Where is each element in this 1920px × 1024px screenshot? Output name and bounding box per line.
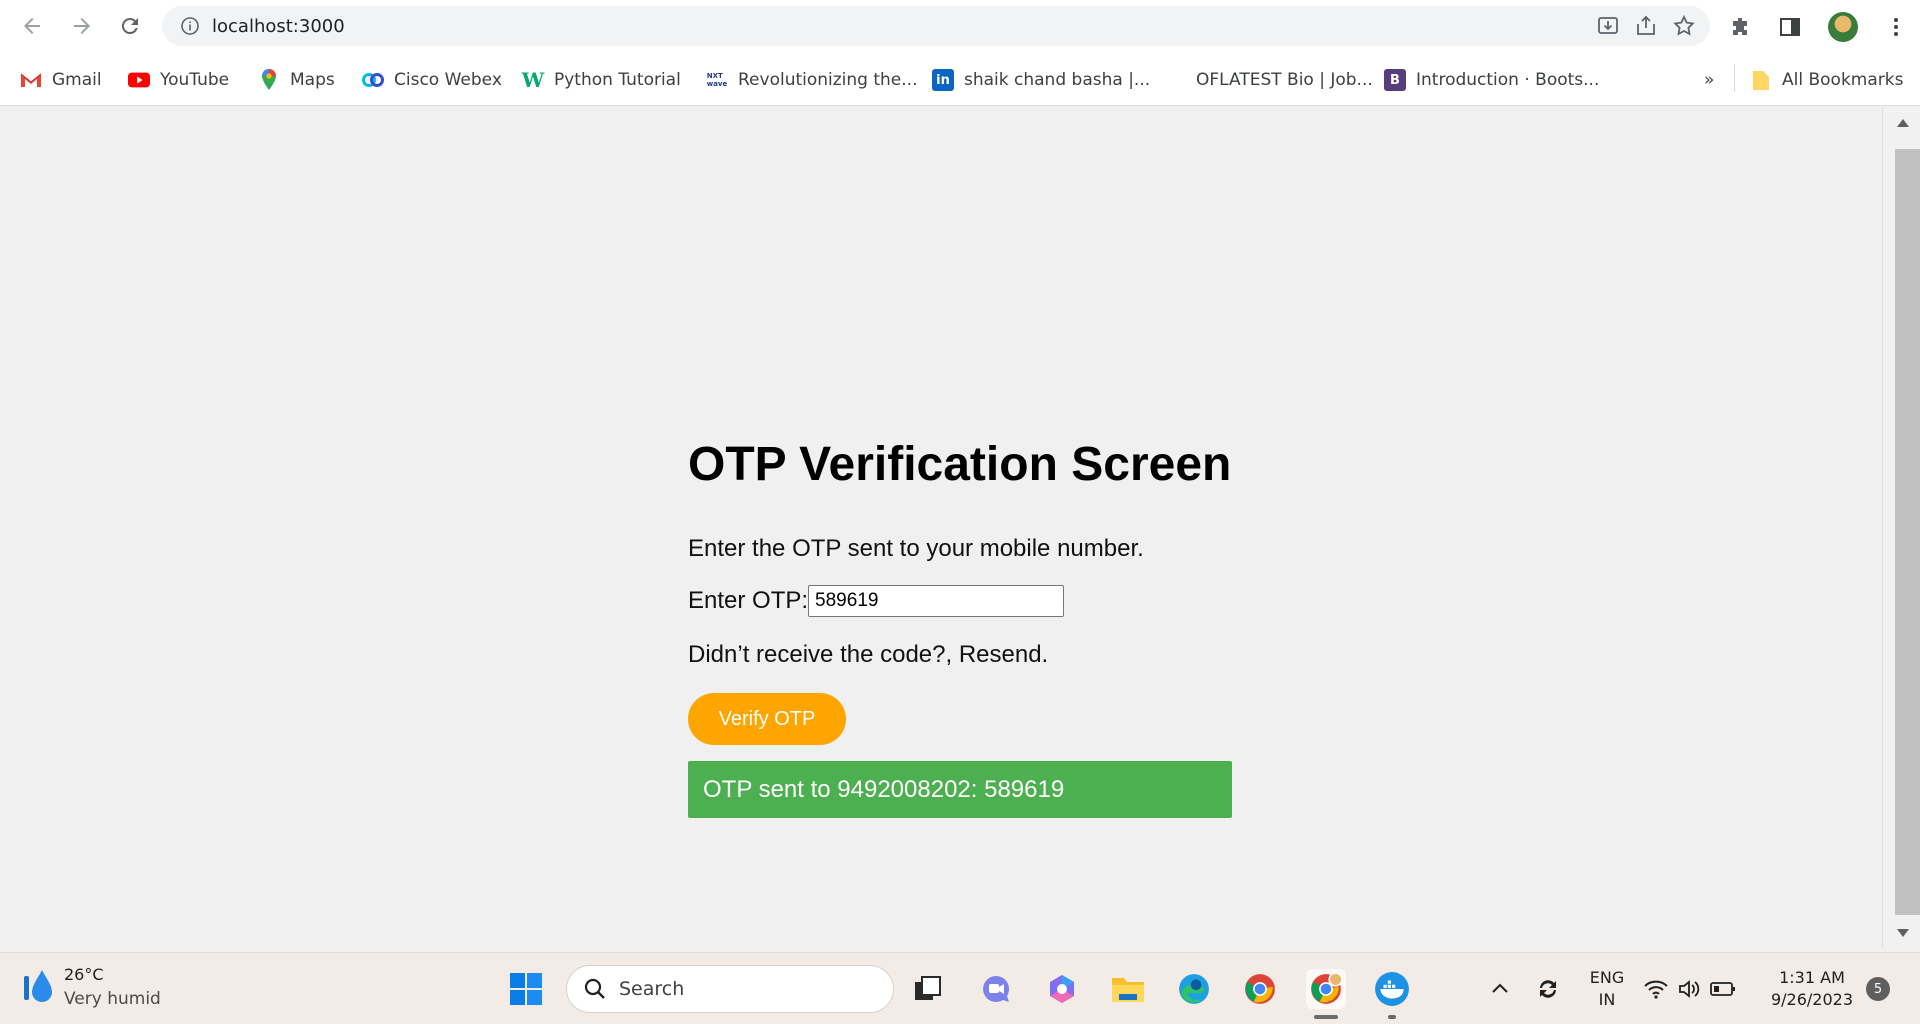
page-viewport: OTP Verification Screen Enter the OTP se… <box>12 107 1882 949</box>
webex-icon <box>362 69 384 91</box>
active-app-indicator <box>1314 1015 1338 1019</box>
battery-icon <box>1709 982 1735 996</box>
address-bar[interactable]: localhost:3000 <box>162 6 1710 46</box>
weather-temperature: 26°C <box>64 965 104 984</box>
bookmark-cisco-webex[interactable]: Cisco Webex <box>362 66 502 94</box>
start-button[interactable] <box>506 969 546 1009</box>
teams-chat-button[interactable] <box>976 969 1016 1009</box>
back-button[interactable] <box>12 6 52 46</box>
folder-icon <box>1112 978 1144 1002</box>
bootstrap-icon: B <box>1384 69 1406 91</box>
edge-icon <box>1179 974 1209 1004</box>
search-icon <box>584 978 605 999</box>
bookmark-star-icon[interactable] <box>1672 14 1696 38</box>
search-placeholder: Search <box>619 978 685 1000</box>
all-bookmarks-button[interactable]: All Bookmarks <box>1750 66 1903 94</box>
bookmarks-separator <box>1734 64 1735 92</box>
bookmark-oflatest[interactable]: OFLATEST Bio | Job... <box>1164 66 1373 94</box>
otp-field-row: Enter OTP: <box>688 585 1065 617</box>
windows-taskbar: 26°C Very humid Search ENG IN 1:31 AM 9/… <box>0 952 1920 1024</box>
w3schools-icon: W <box>521 68 545 92</box>
page-title: OTP Verification Screen <box>688 438 1232 491</box>
reload-button[interactable] <box>110 6 150 46</box>
task-view-icon <box>915 976 941 1000</box>
nxtwave-icon: NXT wave <box>706 72 728 88</box>
docker-icon <box>1375 972 1409 1006</box>
notification-badge[interactable]: 5 <box>1866 977 1890 1001</box>
chrome-profile-icon <box>1311 972 1343 1004</box>
bookmark-python-tutorial[interactable]: W Python Tutorial <box>522 66 681 94</box>
bookmark-maps[interactable]: Maps <box>258 66 335 94</box>
wifi-icon <box>1644 980 1669 999</box>
bookmarks-overflow-button[interactable]: » <box>1704 66 1714 94</box>
clock[interactable]: 1:31 AM 9/26/2023 <box>1764 967 1860 1011</box>
bookmark-linkedin[interactable]: in shaik chand basha |... <box>932 66 1150 94</box>
copilot-icon <box>1050 975 1074 1003</box>
chrome-icon <box>1245 974 1275 1004</box>
scroll-down-arrow-icon[interactable] <box>1897 929 1909 937</box>
arrow-left-icon <box>24 18 40 34</box>
scroll-up-arrow-icon[interactable] <box>1897 119 1909 127</box>
youtube-icon <box>128 69 150 91</box>
volume-icon <box>1679 980 1700 998</box>
scroll-thumb[interactable] <box>1895 149 1920 915</box>
task-view-button[interactable] <box>908 969 948 1009</box>
bookmark-bootstrap[interactable]: B Introduction · Boots... <box>1384 66 1599 94</box>
gmail-icon <box>20 69 42 91</box>
resend-code-text[interactable]: Didn’t receive the code?, Resend. <box>688 641 1048 669</box>
sync-icon <box>1540 980 1556 998</box>
forward-button[interactable] <box>62 6 102 46</box>
otp-input[interactable] <box>808 585 1065 617</box>
chrome-button[interactable] <box>1240 969 1280 1009</box>
windows-logo-icon <box>510 973 542 1005</box>
browser-toolbar: localhost:3000 <box>0 0 1920 52</box>
chevron-up-icon <box>1492 983 1508 993</box>
otp-instructions: Enter the OTP sent to your mobile number… <box>688 535 1144 562</box>
arrow-right-icon <box>74 18 90 34</box>
clock-date: 9/26/2023 <box>1770 990 1854 1009</box>
show-hidden-icons-button[interactable] <box>1480 969 1520 1009</box>
clock-time: 1:31 AM <box>1779 968 1845 987</box>
maps-icon <box>258 69 280 91</box>
menu-kebab-icon[interactable] <box>1884 13 1908 41</box>
bookmark-youtube[interactable]: YouTube <box>128 66 229 94</box>
system-tray-quick-settings[interactable] <box>1640 969 1740 1009</box>
teams-chat-icon <box>983 975 1010 1002</box>
humidity-drop-icon <box>24 970 52 1002</box>
docker-button[interactable] <box>1372 969 1412 1009</box>
share-icon[interactable] <box>1634 14 1658 38</box>
copilot-button[interactable] <box>1042 969 1082 1009</box>
edge-button[interactable] <box>1174 969 1214 1009</box>
bookmark-gmail[interactable]: Gmail <box>20 66 102 94</box>
verify-otp-button[interactable]: Verify OTP <box>688 693 846 745</box>
install-app-icon[interactable] <box>1596 14 1620 38</box>
site-info-icon[interactable] <box>180 16 200 36</box>
taskbar-search-box[interactable]: Search <box>566 965 894 1013</box>
language-indicator[interactable]: ENG IN <box>1584 967 1630 1011</box>
weather-widget[interactable]: 26°C Very humid <box>24 963 161 1011</box>
linkedin-icon: in <box>932 69 954 91</box>
sync-tray-button[interactable] <box>1528 969 1568 1009</box>
bookmarks-bar: Gmail YouTube Maps Cisco Webex W Python … <box>0 52 1920 106</box>
bookmark-revolutionizing[interactable]: NXT wave Revolutionizing the... <box>706 66 918 94</box>
weather-description: Very humid <box>64 989 161 1009</box>
otp-label: Enter OTP: <box>688 587 809 614</box>
side-panel-icon[interactable] <box>1778 13 1802 41</box>
folder-icon <box>1750 69 1772 91</box>
blank-icon <box>1164 69 1186 91</box>
profile-avatar[interactable] <box>1828 12 1858 42</box>
file-explorer-button[interactable] <box>1108 969 1148 1009</box>
chrome-profile-button[interactable] <box>1306 969 1346 1009</box>
extensions-icon[interactable] <box>1728 13 1752 41</box>
url-text[interactable]: localhost:3000 <box>212 16 345 37</box>
reload-icon <box>121 18 138 35</box>
running-app-indicator <box>1388 1015 1396 1019</box>
otp-sent-message: OTP sent to 9492008202: 589619 <box>688 761 1232 818</box>
page-scrollbar[interactable] <box>1882 107 1920 949</box>
